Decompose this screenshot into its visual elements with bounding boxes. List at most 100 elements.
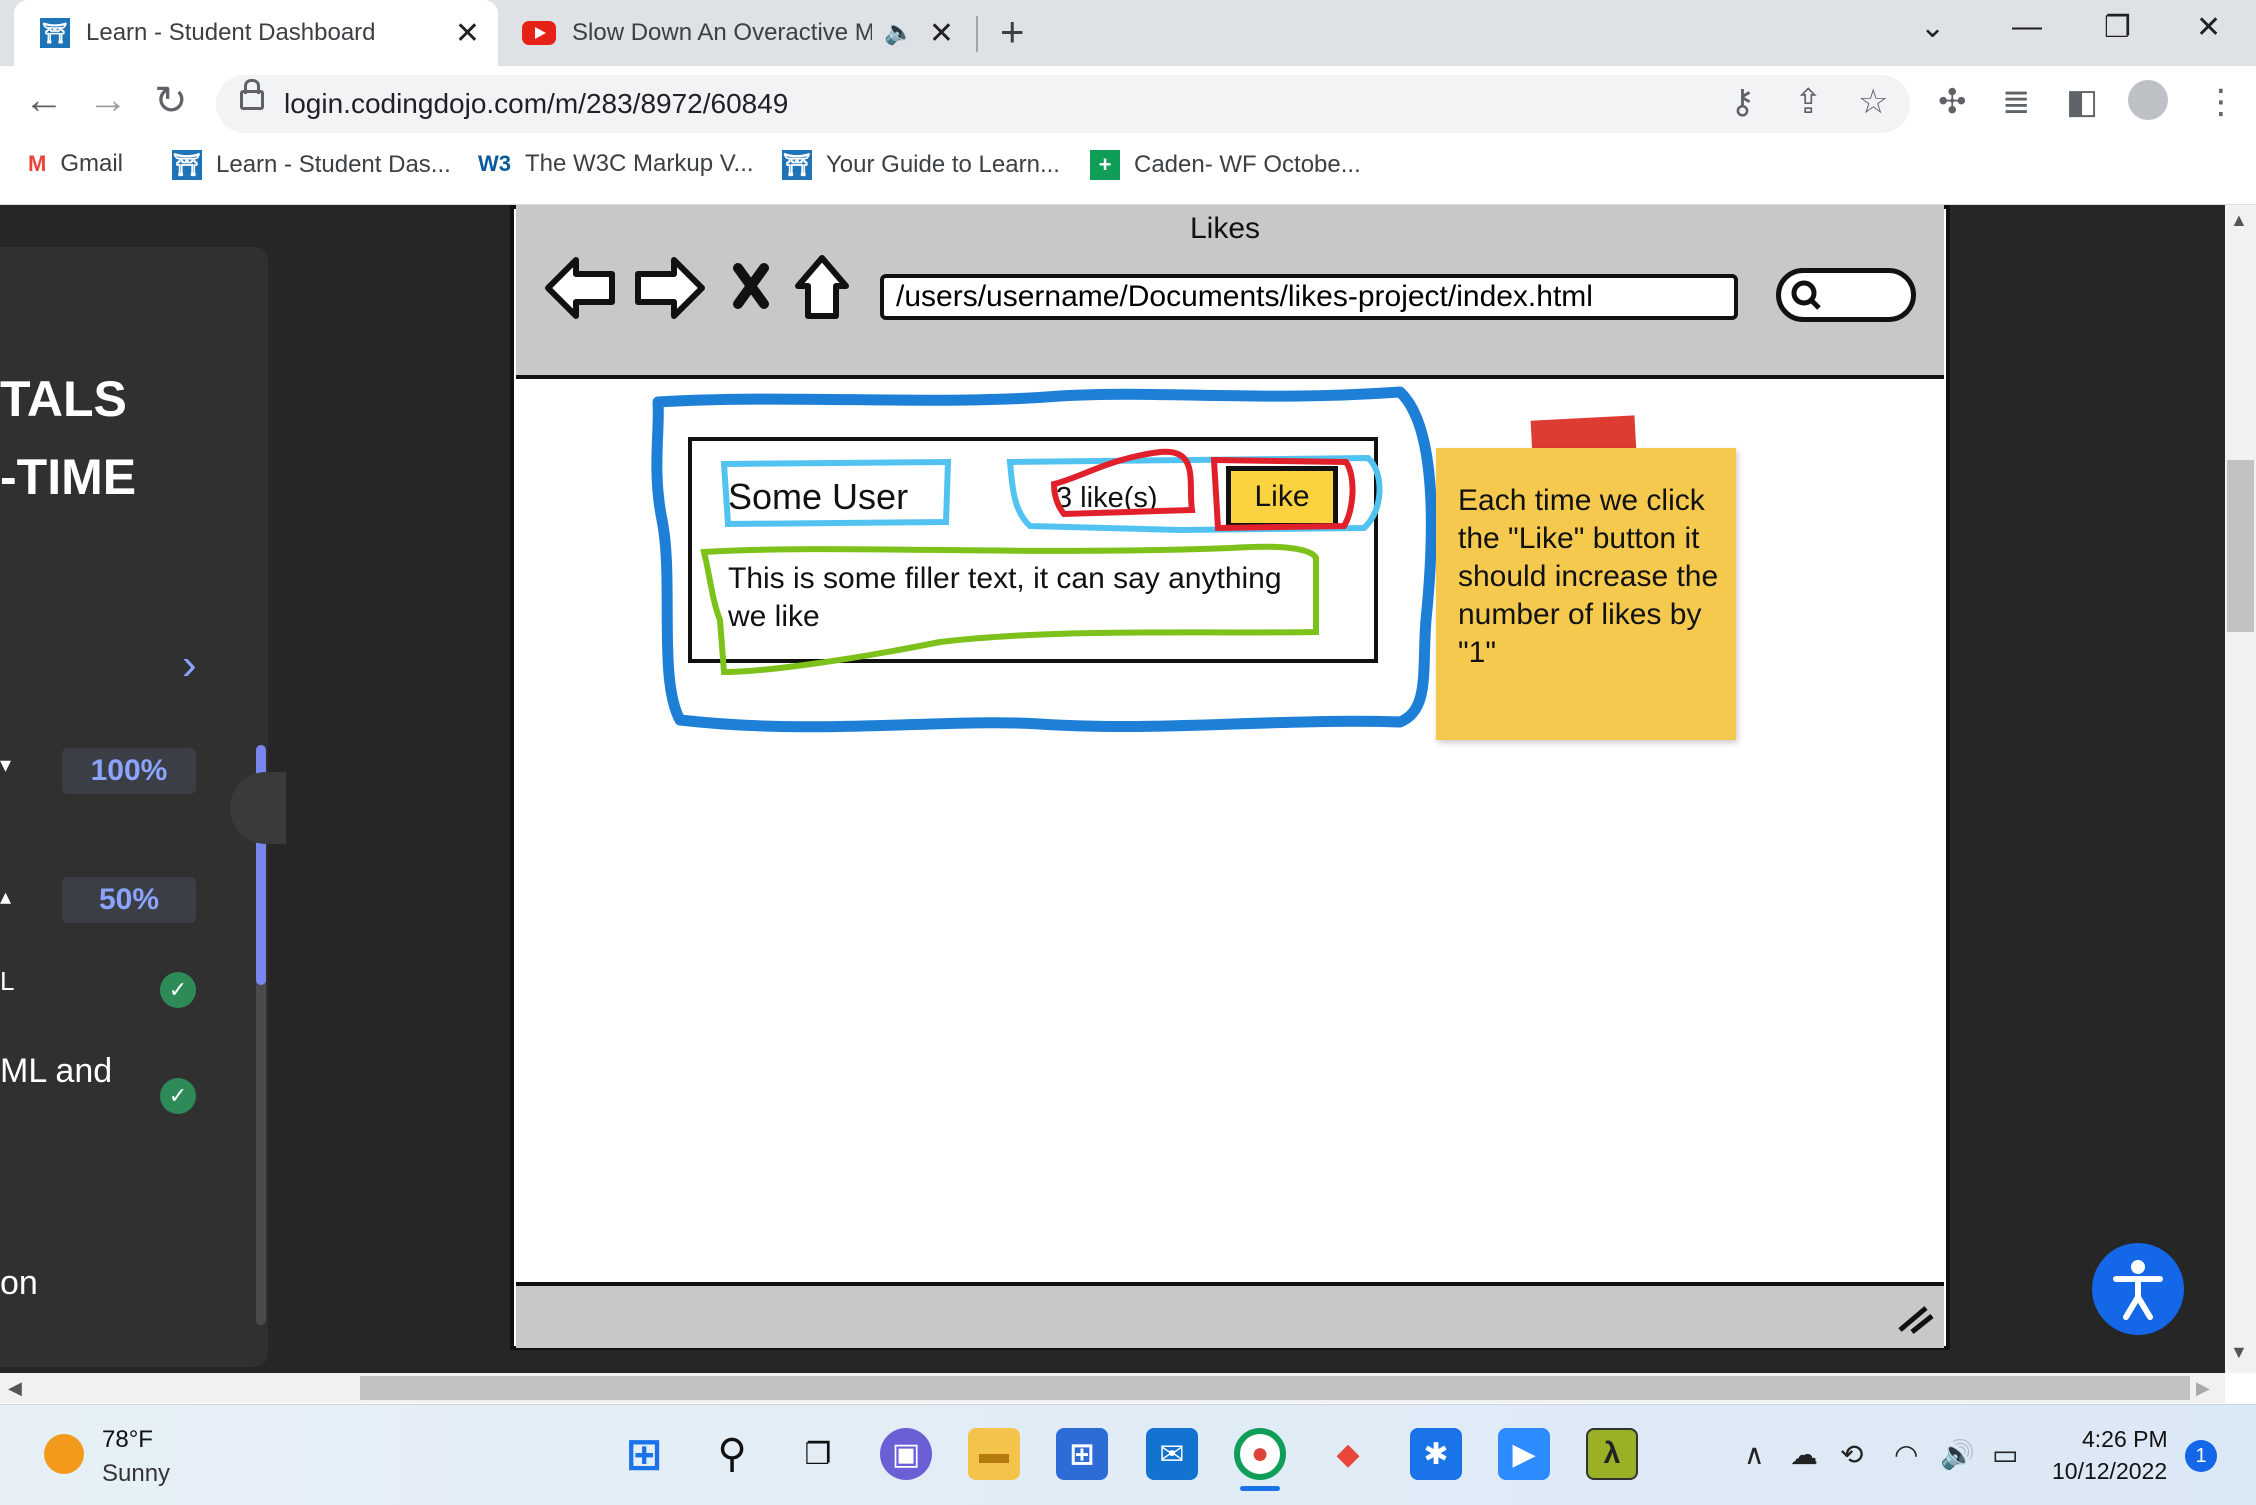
accessibility-button[interactable] (2092, 1243, 2184, 1335)
bookmark-label: The W3C Markup V... (525, 150, 754, 177)
bookmark-guide[interactable]: ⛩ Your Guide to Learn... (782, 150, 1060, 180)
mail-icon[interactable]: ✉ (1146, 1428, 1198, 1480)
card-body-text: This is some filler text, it can say any… (728, 562, 1282, 633)
minimize-icon[interactable]: — (2012, 10, 2042, 44)
extensions-icon[interactable]: ✣ (1938, 82, 1967, 122)
vertical-scroll-thumb[interactable] (2227, 460, 2254, 632)
tab-title: Slow Down An Overactive Mi (572, 19, 872, 46)
menu-icon[interactable]: ⋮ (2204, 82, 2238, 122)
wifi-icon[interactable]: ◠ (1894, 1438, 1918, 1471)
weather-sun-icon[interactable] (44, 1434, 84, 1474)
onedrive-icon[interactable]: ☁ (1790, 1438, 1818, 1471)
card-like-button[interactable]: Like (1226, 466, 1338, 528)
bookmark-caden[interactable]: + Caden- WF Octobe... (1090, 150, 1361, 180)
wireframe-nav-icons (545, 255, 849, 319)
w3c-icon: W3 (478, 151, 511, 176)
chrome-icon[interactable]: ● (1234, 1428, 1286, 1480)
file-explorer-icon[interactable]: ▬ (968, 1428, 1020, 1480)
youtube-icon (522, 21, 556, 45)
horizontal-scroll-thumb[interactable] (360, 1376, 2190, 1400)
bookmark-w3c[interactable]: W3 The W3C Markup V... (478, 150, 754, 178)
restore-icon[interactable]: ❐ (2104, 10, 2131, 45)
wireframe-forward-icon (635, 257, 705, 319)
sheets-icon: + (1090, 150, 1120, 180)
bookmark-label: Gmail (60, 150, 123, 177)
notification-badge[interactable]: 1 (2185, 1440, 2217, 1472)
caret-up-icon[interactable]: ▴ (0, 884, 11, 910)
volume-icon[interactable]: 🔊 (1940, 1438, 1975, 1471)
sidebar-item-label[interactable]: ML and (0, 1052, 112, 1091)
windows-start-icon[interactable]: ⊞ (618, 1428, 670, 1480)
bookmark-gmail[interactable]: M Gmail (28, 150, 123, 178)
wireframe-window-title: Likes (1190, 212, 1261, 245)
bookmark-label: Learn - Student Das... (216, 151, 451, 178)
key-icon[interactable]: ⚷ (1730, 82, 1755, 122)
side-panel-icon[interactable]: ◧ (2066, 82, 2098, 122)
codingdojo-icon: ⛩ (40, 18, 70, 48)
tab-title: Learn - Student Dashboard (86, 19, 376, 46)
search-icon (1791, 280, 1821, 310)
scroll-down-icon[interactable]: ▼ (2230, 1342, 2248, 1363)
slack-icon[interactable]: ✱ (1410, 1428, 1462, 1480)
bookmark-label: Caden- WF Octobe... (1134, 151, 1361, 178)
store-icon[interactable]: ⊞ (1056, 1428, 1108, 1480)
window-close-icon[interactable]: ✕ (2196, 10, 2221, 45)
scroll-right-icon[interactable]: ▶ (2196, 1378, 2210, 1399)
zoom-icon[interactable]: ▶ (1498, 1428, 1550, 1480)
card-like-count: 3 like(s) (1056, 482, 1158, 514)
caret-down-icon[interactable]: ▾ (0, 752, 11, 778)
chevron-right-icon[interactable]: › (182, 640, 197, 690)
teams-chat-icon[interactable]: ▣ (880, 1428, 932, 1480)
progress-badge: 50% (62, 877, 196, 923)
forward-icon[interactable]: → (88, 78, 128, 123)
url-text[interactable]: login.codingdojo.com/m/283/8972/60849 (284, 88, 788, 120)
sidebar-heading: TALS (0, 371, 127, 427)
wireframe-status-bar (516, 1282, 1944, 1348)
speaker-icon[interactable]: 🔈 (884, 18, 914, 47)
scroll-left-icon[interactable]: ◀ (8, 1378, 22, 1399)
active-app-indicator (1240, 1486, 1280, 1491)
share-icon[interactable]: ⇪ (1794, 82, 1823, 122)
back-icon[interactable]: ← (24, 78, 64, 123)
weather-condition[interactable]: Sunny (102, 1460, 170, 1488)
search-icon[interactable]: ⚲ (706, 1428, 758, 1480)
taskbar-date[interactable]: 10/12/2022 (2052, 1458, 2167, 1485)
bookmark-learn[interactable]: ⛩ Learn - Student Das... (172, 150, 451, 180)
progress-badge: 100% (62, 748, 196, 794)
tab-learn-dashboard[interactable]: ⛩ Learn - Student Dashboard ✕ (14, 0, 498, 66)
battery-icon[interactable]: ▭ (1992, 1438, 2018, 1471)
media-queue-icon[interactable]: ≣ (2002, 82, 2031, 122)
resize-grip-icon (1898, 1306, 1934, 1334)
star-icon[interactable]: ☆ (1858, 82, 1888, 122)
tray-overflow-icon[interactable]: ∧ (1744, 1438, 1765, 1471)
check-icon: ✓ (160, 972, 196, 1008)
gmail-icon: M (28, 151, 47, 176)
lambda-app-icon[interactable]: λ (1586, 1428, 1638, 1480)
task-view-icon[interactable]: ❐ (792, 1428, 844, 1480)
tab-youtube[interactable]: Slow Down An Overactive Mi 🔈 ✕ (502, 0, 972, 66)
card-user-name: Some User (728, 476, 909, 517)
reload-icon[interactable]: ↻ (154, 78, 188, 124)
sidebar-heading: -TIME (0, 449, 137, 505)
taskbar-time[interactable]: 4:26 PM (2082, 1426, 2168, 1453)
vertical-scrollbar[interactable] (2225, 205, 2256, 1373)
close-icon[interactable]: ✕ (455, 16, 480, 51)
wireframe-back-icon (545, 257, 615, 319)
sidebar-item-label[interactable]: on (0, 1264, 38, 1303)
scroll-up-icon[interactable]: ▲ (2230, 210, 2248, 231)
profile-avatar[interactable] (2128, 80, 2168, 120)
codingdojo-icon: ⛩ (782, 150, 812, 180)
bookmark-label: Your Guide to Learn... (826, 151, 1060, 178)
lock-icon[interactable] (240, 79, 264, 110)
tab-search-icon[interactable]: ⌄ (1920, 10, 1945, 45)
sticky-note-text: Each time we click the "Like" button it … (1458, 484, 1719, 669)
sync-icon[interactable]: ⟲ (1840, 1438, 1863, 1471)
codingdojo-icon: ⛩ (172, 150, 202, 180)
weather-temperature[interactable]: 78°F (102, 1426, 153, 1454)
git-icon[interactable]: ◆ (1322, 1428, 1374, 1480)
close-icon[interactable]: ✕ (929, 16, 954, 51)
new-tab-button[interactable]: + (1000, 8, 1025, 56)
sidebar-item-label[interactable]: L (0, 966, 14, 997)
wireframe-home-icon (795, 255, 849, 319)
wireframe-close-icon (733, 263, 769, 309)
